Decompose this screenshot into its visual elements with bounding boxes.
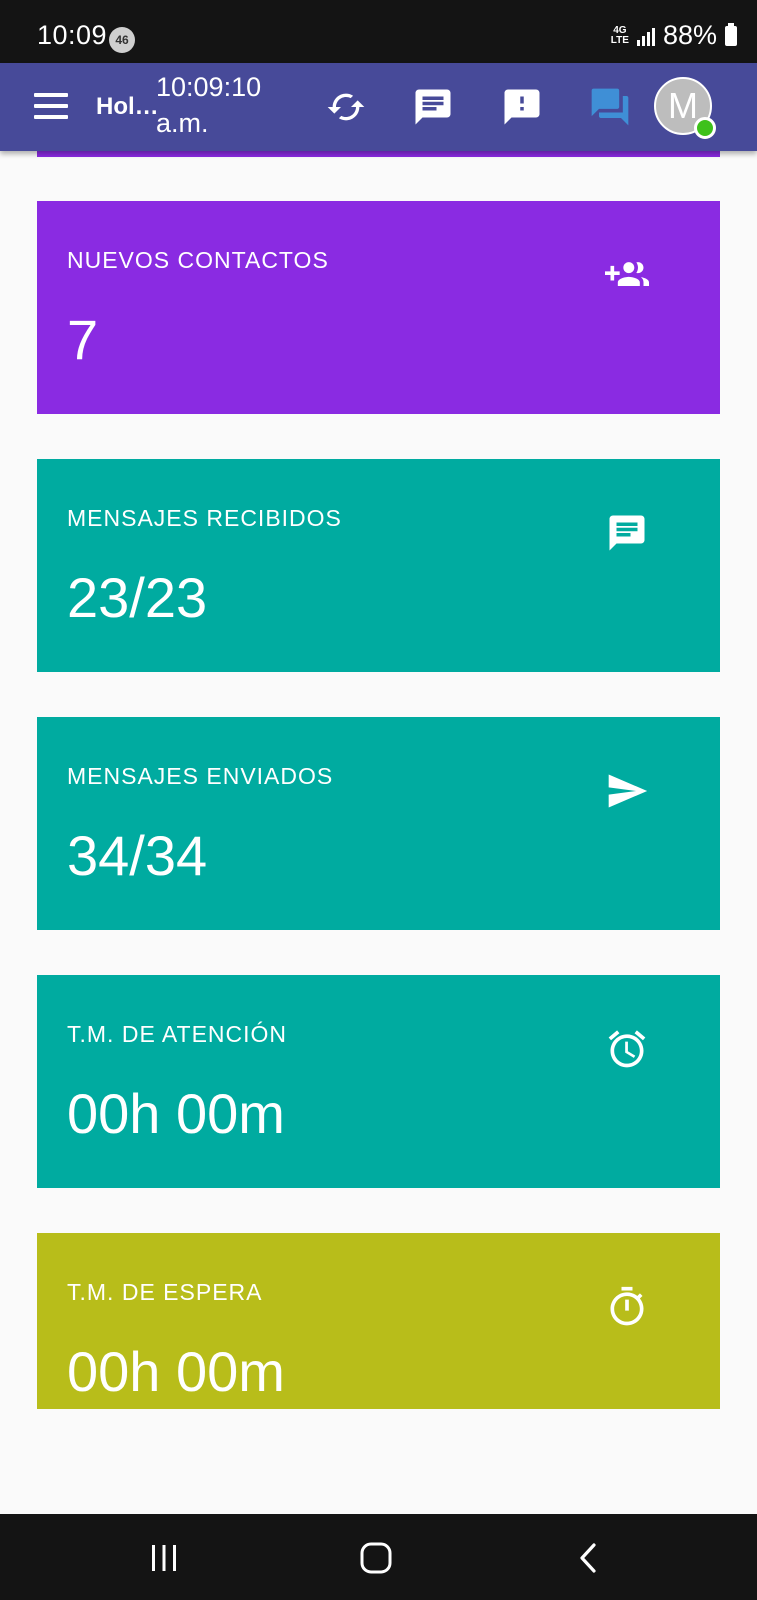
card-sent-messages[interactable]: MENSAJES ENVIADOS 34/34 — [37, 717, 720, 930]
network-indicator: 4G LTE — [610, 24, 629, 46]
card-received-messages[interactable]: MENSAJES RECIBIDOS 23/23 — [37, 459, 720, 672]
app-bar: Hol… 10:09:10 a.m. M — [0, 63, 757, 151]
timer-icon — [605, 1285, 649, 1329]
network-subtype: LTE — [610, 34, 629, 46]
card-value: 23/23 — [67, 566, 208, 629]
status-time: 10:09 — [37, 20, 108, 50]
feedback-button[interactable] — [500, 85, 544, 129]
card-label: T.M. DE ATENCIÓN — [67, 1021, 288, 1047]
status-right-group: 4G LTE 88% — [611, 20, 737, 51]
back-button[interactable] — [569, 1542, 609, 1574]
card-label: T.M. DE ESPERA — [67, 1279, 263, 1305]
message-icon — [605, 511, 649, 555]
card-value: 00h 00m — [67, 1082, 285, 1145]
menu-icon — [34, 93, 68, 97]
recent-apps-icon — [152, 1545, 176, 1571]
online-status-indicator — [694, 117, 716, 139]
card-value: 34/34 — [67, 824, 208, 887]
forum-icon — [591, 88, 629, 126]
menu-button[interactable] — [34, 93, 68, 119]
notification-badge: 46 — [109, 27, 135, 53]
network-type: 4G — [613, 24, 627, 36]
card-label: MENSAJES RECIBIDOS — [67, 505, 342, 531]
battery-percent: 88% — [662, 20, 717, 50]
home-button[interactable] — [356, 1542, 396, 1574]
send-icon — [605, 769, 649, 813]
app-title: Hol… — [96, 93, 159, 120]
refresh-icon — [327, 93, 365, 121]
card-value: 00h 00m — [67, 1340, 285, 1403]
feedback-icon — [504, 89, 540, 125]
signal-icon — [636, 26, 655, 46]
system-nav-bar — [0, 1514, 757, 1600]
battery-icon — [725, 22, 737, 46]
app-clock: 10:09:10 a.m. — [156, 69, 261, 141]
messages-button[interactable] — [411, 85, 455, 129]
status-bar: 10:09 46 4G LTE 88% — [0, 0, 757, 63]
card-label: MENSAJES ENVIADOS — [67, 763, 334, 789]
clock-time: 10:09:10 — [156, 72, 262, 102]
card-new-contacts[interactable]: NUEVOS CONTACTOS 7 — [37, 201, 720, 414]
forum-button[interactable] — [588, 85, 632, 129]
back-icon — [580, 1543, 596, 1573]
card-label: NUEVOS CONTACTOS — [67, 247, 329, 273]
recent-apps-button[interactable] — [144, 1542, 184, 1574]
alarm-icon — [605, 1027, 649, 1071]
card-value: 7 — [67, 308, 99, 371]
message-icon — [415, 89, 451, 125]
refresh-button[interactable] — [324, 85, 368, 129]
clock-period: a.m. — [156, 108, 209, 138]
group-add-icon — [605, 253, 649, 297]
card-attention-time[interactable]: T.M. DE ATENCIÓN 00h 00m — [37, 975, 720, 1188]
card-wait-time[interactable]: T.M. DE ESPERA 00h 00m — [37, 1233, 720, 1409]
home-icon — [360, 1542, 392, 1574]
